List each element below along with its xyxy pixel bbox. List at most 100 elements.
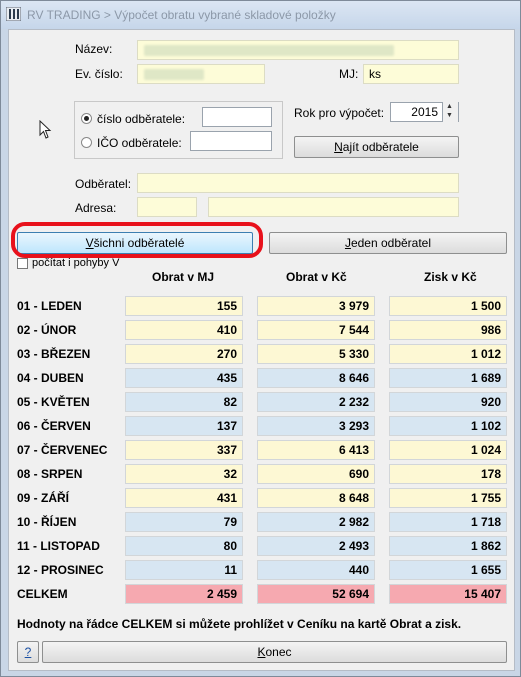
help-button[interactable]: ? [17, 641, 39, 663]
total-obrat-kc: 52 694 [257, 584, 375, 604]
vsichni-mnemonic: V [85, 236, 94, 250]
col-header-obrat-mj: Obrat v MJ [152, 270, 215, 284]
cell-obrat-kc: 2 493 [257, 536, 375, 556]
help-label: ? [24, 645, 32, 659]
redacted-value [144, 45, 394, 56]
cell-obrat-mj: 11 [125, 560, 243, 580]
spin-up-icon[interactable]: ▲ [446, 103, 453, 110]
cell-obrat-mj: 435 [125, 368, 243, 388]
rok-value: 2015 [411, 105, 438, 119]
radio-ico-label: IČO odběratele: [97, 136, 182, 150]
odberatel-field [137, 173, 459, 193]
nazev-field [137, 40, 459, 60]
month-label: 09 - ZÁŘÍ [17, 491, 70, 505]
najit-label: ajít odběratele [342, 140, 419, 154]
cell-obrat-kc: 7 544 [257, 320, 375, 340]
cell-obrat-kc: 6 413 [257, 440, 375, 460]
title-bar: RV TRADING > Výpočet obratu vybrané skla… [1, 1, 520, 29]
najit-odberatele-button[interactable]: Najít odběratele [294, 136, 459, 158]
jeden-odberatel-button[interactable]: Jeden odběratel [269, 232, 507, 254]
konec-label: onec [265, 645, 292, 659]
dialog-body: Název: Ev. číslo: MJ: ks číslo odběratel… [8, 29, 515, 671]
pocitat-pohyby-label: počítat i pohyby V [32, 257, 120, 269]
adresa-label: Adresa: [75, 201, 117, 215]
cell-zisk-kc: 1 755 [389, 488, 507, 508]
cell-zisk-kc: 1 102 [389, 416, 507, 436]
cell-obrat-mj: 155 [125, 296, 243, 316]
col-header-obrat-kc: Obrat v Kč [286, 270, 347, 284]
jeden-label: eden odběratel [350, 236, 432, 250]
cell-zisk-kc: 920 [389, 392, 507, 412]
radio-ico-odberatele[interactable] [81, 137, 92, 148]
total-zisk-kc: 15 407 [389, 584, 507, 604]
mj-label: MJ: [339, 67, 359, 81]
app-window: RV TRADING > Výpočet obratu vybrané skla… [0, 0, 521, 677]
cell-zisk-kc: 1 500 [389, 296, 507, 316]
mouse-cursor-icon [39, 120, 52, 139]
month-label: 02 - ÚNOR [17, 323, 77, 337]
vsichni-label: šichni odběratelé [93, 236, 185, 250]
cell-obrat-mj: 337 [125, 440, 243, 460]
rok-label: Rok pro výpočet: [294, 106, 385, 120]
month-label: 03 - BŘEZEN [17, 347, 91, 361]
cell-obrat-kc: 3 979 [257, 296, 375, 316]
pocitat-pohyby-checkbox[interactable] [17, 258, 28, 269]
cell-zisk-kc: 1 024 [389, 440, 507, 460]
adresa-field [208, 197, 459, 217]
month-label: 08 - SRPEN [17, 467, 83, 481]
evcislo-field [137, 64, 265, 84]
cislo-odberatele-input[interactable] [202, 107, 272, 127]
info-note: Hodnoty na řádce CELKEM si můžete prohlí… [17, 617, 462, 631]
cell-obrat-mj: 79 [125, 512, 243, 532]
cell-zisk-kc: 1 012 [389, 344, 507, 364]
redacted-value [144, 69, 204, 80]
konec-button[interactable]: Konec [42, 641, 507, 663]
rok-spinner[interactable]: 2015 ▲ ▼ [390, 102, 459, 122]
app-icon [6, 7, 21, 21]
cell-zisk-kc: 1 862 [389, 536, 507, 556]
cell-zisk-kc: 1 689 [389, 368, 507, 388]
mj-field: ks [363, 64, 459, 84]
cell-obrat-kc: 8 646 [257, 368, 375, 388]
cell-obrat-kc: 440 [257, 560, 375, 580]
month-label: 12 - PROSINEC [17, 563, 104, 577]
nazev-label: Název: [75, 42, 113, 56]
total-row-label: CELKEM [17, 587, 68, 601]
cell-obrat-mj: 410 [125, 320, 243, 340]
month-label: 04 - DUBEN [17, 371, 84, 385]
vsichni-odberatele-button[interactable]: Všichni odběratelé [17, 232, 253, 254]
total-obrat-mj: 2 459 [125, 584, 243, 604]
month-label: 05 - KVĚTEN [17, 395, 90, 409]
cell-obrat-kc: 2 232 [257, 392, 375, 412]
cell-obrat-mj: 80 [125, 536, 243, 556]
radio-cislo-odberatele[interactable] [81, 113, 92, 124]
spin-down-icon[interactable]: ▼ [446, 112, 453, 119]
month-label: 01 - LEDEN [17, 299, 82, 313]
najit-mnemonic: N [334, 140, 343, 154]
col-header-zisk-kc: Zisk v Kč [424, 270, 477, 284]
month-label: 06 - ČERVEN [17, 419, 91, 433]
month-label: 11 - LISTOPAD [17, 539, 100, 553]
odberatel-label: Odběratel: [75, 177, 132, 191]
cell-obrat-kc: 5 330 [257, 344, 375, 364]
cell-obrat-mj: 431 [125, 488, 243, 508]
spinner-arrows[interactable]: ▲ ▼ [442, 102, 458, 122]
window-title: RV TRADING > Výpočet obratu vybrané skla… [27, 8, 336, 22]
evcislo-label: Ev. číslo: [75, 67, 123, 81]
cell-zisk-kc: 178 [389, 464, 507, 484]
cell-obrat-mj: 270 [125, 344, 243, 364]
radio-cislo-label: číslo odběratele: [97, 112, 186, 126]
cell-obrat-mj: 82 [125, 392, 243, 412]
cell-obrat-mj: 137 [125, 416, 243, 436]
month-label: 10 - ŘÍJEN [17, 515, 77, 529]
cell-zisk-kc: 986 [389, 320, 507, 340]
cell-zisk-kc: 1 718 [389, 512, 507, 532]
cell-obrat-kc: 2 982 [257, 512, 375, 532]
cell-obrat-mj: 32 [125, 464, 243, 484]
cell-obrat-kc: 3 293 [257, 416, 375, 436]
cell-obrat-kc: 690 [257, 464, 375, 484]
month-label: 07 - ČERVENEC [17, 443, 108, 457]
ico-odberatele-input[interactable] [190, 131, 272, 151]
cell-zisk-kc: 1 655 [389, 560, 507, 580]
adresa-psc-field [137, 197, 197, 217]
